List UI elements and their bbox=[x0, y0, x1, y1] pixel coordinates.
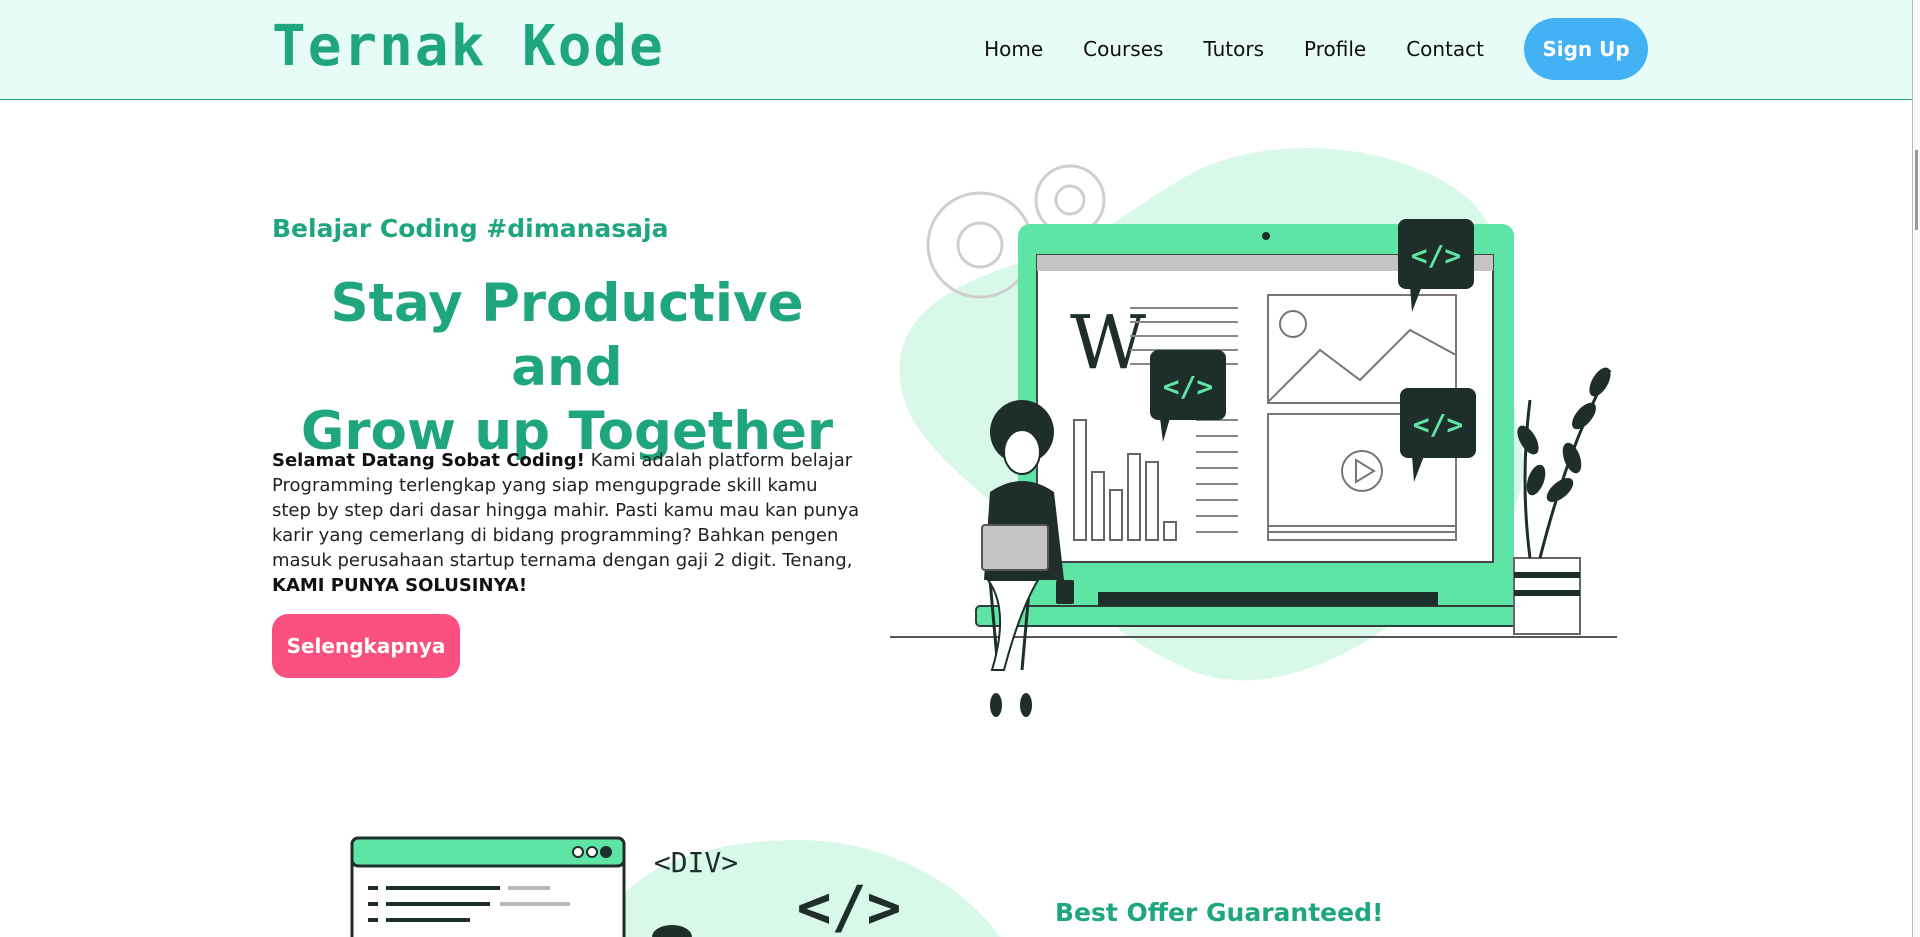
offer-illustration: <DIV> </> bbox=[350, 836, 1000, 937]
intro-bold: Selamat Datang Sobat Coding! bbox=[272, 450, 585, 471]
nav-courses-link[interactable]: Courses bbox=[1083, 37, 1163, 61]
headline-line-1: Stay Productive and bbox=[330, 273, 804, 398]
selengkapnya-button[interactable]: Selengkapnya bbox=[272, 614, 460, 678]
brand-logo[interactable]: Ternak Kode bbox=[272, 14, 665, 79]
hero-illustration: W </> </> </> bbox=[890, 147, 1617, 717]
page-scrollbar[interactable] bbox=[1912, 0, 1920, 937]
window-dots-icon bbox=[572, 846, 612, 858]
svg-text:</>: </> bbox=[1411, 239, 1462, 272]
word-doc-icon: W bbox=[1070, 300, 1146, 386]
intro-strong-end: KAMI PUNYA SOLUSINYA! bbox=[272, 575, 528, 596]
nav-profile-link[interactable]: Profile bbox=[1304, 37, 1366, 61]
hero-headline: Stay Productive and Grow up Together bbox=[272, 272, 862, 464]
laptop-keyboard bbox=[1098, 592, 1438, 606]
main-nav: Home Courses Tutors Profile Contact Sign… bbox=[944, 18, 1648, 80]
hero-description: Selamat Datang Sobat Coding! Kami adalah… bbox=[272, 448, 862, 598]
top-navbar: Ternak Kode Home Courses Tutors Profile … bbox=[0, 0, 1920, 100]
code-tag-icon: </> bbox=[797, 873, 902, 937]
signup-button[interactable]: Sign Up bbox=[1524, 18, 1648, 80]
camera-dot bbox=[1262, 232, 1270, 240]
nav-contact-link[interactable]: Contact bbox=[1406, 37, 1484, 61]
nav-tutors-link[interactable]: Tutors bbox=[1203, 37, 1264, 61]
hero-tagline: Belajar Coding #dimanasaja bbox=[272, 214, 669, 243]
offer-heading: Best Offer Guaranteed! bbox=[1055, 898, 1384, 927]
plant-icon bbox=[1513, 367, 1612, 635]
div-tag-label: <DIV> bbox=[654, 846, 738, 879]
scrollbar-thumb[interactable] bbox=[1915, 150, 1918, 230]
laptop-base bbox=[975, 605, 1557, 627]
svg-text:</>: </> bbox=[1413, 408, 1464, 441]
nav-home-link[interactable]: Home bbox=[984, 37, 1043, 61]
svg-text:</>: </> bbox=[1163, 370, 1214, 403]
